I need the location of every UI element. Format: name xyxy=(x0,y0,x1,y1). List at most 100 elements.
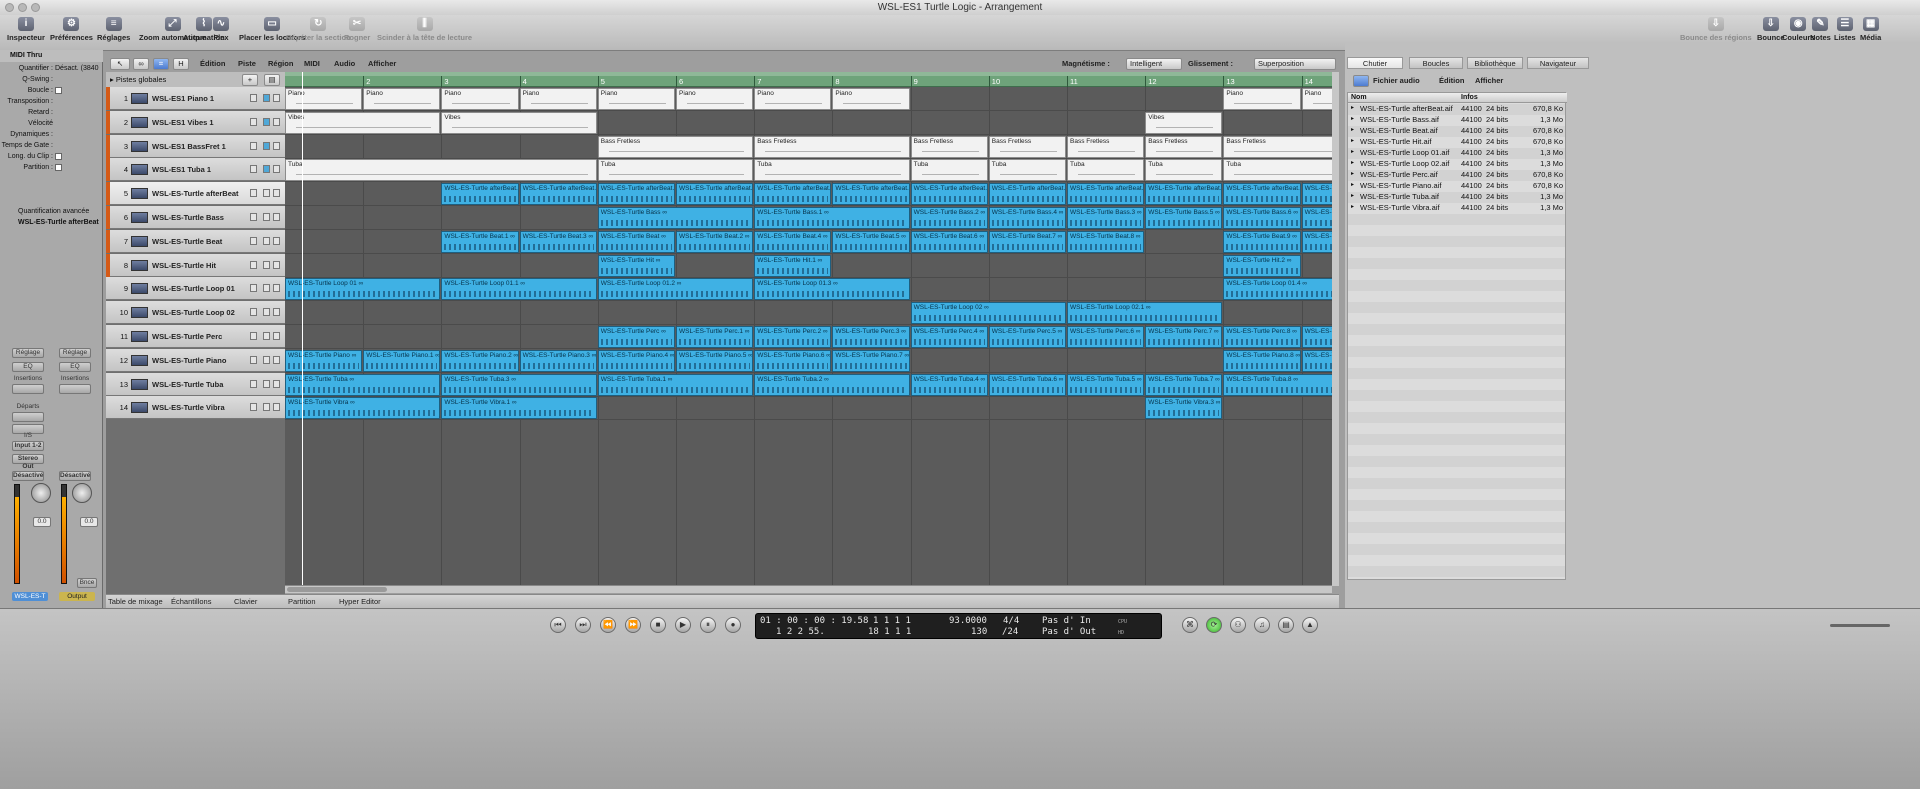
stop-icon[interactable]: ■ xyxy=(650,617,666,633)
h-button[interactable]: H xyxy=(173,58,189,70)
close-icon[interactable] xyxy=(5,3,14,12)
audio-region[interactable]: WSL-ES-Turtle Beat.7 ∞ xyxy=(988,230,1066,253)
minimize-icon[interactable] xyxy=(18,3,27,12)
audio-region[interactable]: WSL-ES-Turtle afterBeat.7 xyxy=(988,183,1066,206)
toolbar-right-button-4[interactable]: ☰ Listes xyxy=(1834,17,1856,42)
audio-region[interactable]: WSL-ES-Turtle afterBeat.4 xyxy=(754,183,832,206)
file-row[interactable]: WSL-ES-Turtle Bass.aif ▸ 44100 24 bits 1,3 M… xyxy=(1348,114,1567,125)
midi-region[interactable]: Tuba xyxy=(910,159,988,182)
track-record-button[interactable] xyxy=(273,379,280,388)
track-record-button[interactable] xyxy=(273,236,280,245)
toolbar-right-button-5[interactable]: ▦ Média xyxy=(1860,17,1881,42)
audio-region[interactable]: WSL-ES-Turtle Perc ∞ xyxy=(597,326,675,348)
midi-region[interactable]: Tuba xyxy=(1067,159,1145,182)
file-row[interactable]: WSL-ES-Turtle Loop 02.aif ▸ 44100 24 bits 1,… xyxy=(1348,158,1567,169)
track-record-button[interactable] xyxy=(273,94,280,102)
track-mute-button[interactable] xyxy=(250,141,257,150)
audio-region[interactable]: WSL-ES-Turtle Loop 02 ∞ xyxy=(910,302,1066,325)
editor-tab[interactable]: Échantillons xyxy=(171,595,211,608)
audio-region[interactable]: WSL-ES-Turtle Perc.8 ∞ xyxy=(1223,326,1301,348)
bar-ruler[interactable]: 2 3 4 5 6 7 8 9 10 11 12 13 14 xyxy=(285,76,1332,87)
audio-region[interactable]: WSL-ES-Turtle Beat.5 ∞ xyxy=(832,230,910,253)
track-header[interactable]: 11 WSL-ES-Turtle Perc xyxy=(106,325,285,348)
track-section[interactable]: WSL-ES-Turtle afterBeat xyxy=(0,217,103,228)
track-mute-button[interactable] xyxy=(250,379,257,388)
midi-region[interactable]: Piano xyxy=(285,88,363,110)
strip1-automation[interactable]: Désactivé xyxy=(12,471,44,481)
audio-region[interactable]: WSL-ES-Turtle Loop 01 ∞ xyxy=(285,278,441,301)
strip2-pan-knob[interactable] xyxy=(72,483,92,503)
audio-region[interactable]: WSL-ES-Turtle Perc.1 ∞ xyxy=(676,326,754,348)
track-solo-button[interactable] xyxy=(263,117,270,126)
track-solo-button[interactable] xyxy=(263,189,270,198)
audio-region[interactable]: WSL-ES-Turtle Hit.1 ∞ xyxy=(754,254,832,277)
strip1-eq[interactable]: EQ xyxy=(12,362,44,372)
file-row[interactable]: WSL-ES-Turtle Hit.aif ▸ 44100 24 bits 670,8 … xyxy=(1348,136,1567,147)
midi-region[interactable]: Piano xyxy=(676,88,754,110)
audio-region[interactable]: WSL-ES-Turtle Tuba.4 ∞ xyxy=(910,373,988,396)
vertical-scrollbar[interactable] xyxy=(1332,72,1339,586)
strip2-insert-slot[interactable] xyxy=(59,384,91,394)
arrange-menu-audio[interactable]: Audio xyxy=(334,58,355,70)
audio-region[interactable]: WSL-ES-Turtle Loop 01.3 ∞ xyxy=(754,278,910,301)
audio-region[interactable]: WSL-ES-Turtle Vibra ∞ xyxy=(285,397,441,420)
track-header[interactable]: 1 WSL-ES1 Piano 1 xyxy=(106,87,285,110)
horizontal-scrollbar[interactable] xyxy=(285,585,1332,593)
track-solo-button[interactable] xyxy=(263,332,270,340)
audio-region[interactable]: WSL-ES-Turtle Piano ∞ xyxy=(285,349,363,372)
toolbar-button-2[interactable]: ≡ Réglages xyxy=(97,17,130,42)
audio-region[interactable]: WSL-ES-Turtle Piano.3 ∞ xyxy=(519,349,597,372)
inspector-row[interactable]: Partition : xyxy=(0,162,103,173)
audio-region[interactable]: WSL-ES-Turtle Beat.3 ∞ xyxy=(519,230,597,253)
audio-region[interactable]: WSL-ES-Turtle afterBeat.5 xyxy=(832,183,910,206)
midi-region[interactable]: Bass Fretless xyxy=(1067,135,1145,158)
midi-region[interactable]: Tuba xyxy=(597,159,754,182)
arrange-menu-piste[interactable]: Piste xyxy=(238,58,256,70)
audio-region[interactable]: WSL-ES-Turtle Hit.2 ∞ xyxy=(1223,254,1301,277)
expand-icon[interactable]: ▸ xyxy=(1351,136,1354,147)
inspector-row[interactable]: Q-Swing : xyxy=(0,74,103,85)
audio-region[interactable]: WSL-ES-Turtle Tuba.3 ∞ xyxy=(441,373,597,396)
track-solo-button[interactable] xyxy=(263,213,270,221)
arrange-menu-édition[interactable]: Édition xyxy=(200,58,225,70)
track-solo-button[interactable] xyxy=(263,165,270,174)
track-header[interactable]: 6 WSL-ES-Turtle Bass xyxy=(106,206,285,229)
midi-region[interactable]: Bass Fretless xyxy=(1223,135,1332,158)
inspector-row-value[interactable] xyxy=(55,85,62,96)
toolbar-button-5[interactable]: ∿ Flex xyxy=(213,17,229,42)
audio-region[interactable]: WSL-ES-Turtle Bass.3 ∞ xyxy=(1067,207,1145,229)
bin-menu[interactable]: Édition xyxy=(1439,75,1464,87)
audio-region[interactable]: WSL-ES-Turtle Perc.5 ∞ xyxy=(988,326,1066,348)
toolbar-button-1[interactable]: ⚙ Préférences xyxy=(50,17,93,42)
strip1-pan-knob[interactable] xyxy=(31,483,51,503)
cycle-icon[interactable]: ⟳ xyxy=(1206,617,1222,633)
inspector-row[interactable]: Vélocité xyxy=(0,118,103,129)
audio-region[interactable]: WSL-ES-Turtle Perc.7 ∞ xyxy=(1145,326,1223,348)
track-header[interactable]: 14 WSL-ES-Turtle Vibra xyxy=(106,396,285,420)
midi-region[interactable]: Piano xyxy=(1223,88,1301,110)
midi-region[interactable]: Tuba xyxy=(988,159,1066,182)
audio-region[interactable]: WSL-ES-Turtle Tuba.2 ∞ xyxy=(754,373,910,396)
editor-tab[interactable]: Hyper Editor xyxy=(339,595,381,608)
audio-region[interactable]: WSL-ES-Turtle Piano.8 ∞ xyxy=(1223,349,1301,372)
audio-bin-list[interactable]: Nom Infos WSL-ES-Turtle afterBeat.aif ▸ 44… xyxy=(1347,92,1567,580)
audio-region[interactable]: WSL-ES-Turtle Bass.2 ∞ xyxy=(910,207,988,229)
arrange-area[interactable]: Piano Piano Piano Piano Piano Piano Piano Piano… xyxy=(285,87,1332,585)
expand-icon[interactable]: ▸ xyxy=(1351,191,1354,202)
track-solo-button[interactable] xyxy=(263,284,270,293)
strip1-send-slot[interactable] xyxy=(12,412,44,422)
back-button[interactable]: ↖ xyxy=(110,58,130,70)
go-start-icon[interactable]: ⏮ xyxy=(550,617,566,633)
catch-button[interactable]: ⌗ xyxy=(153,58,169,70)
solo-icon[interactable]: ♫ xyxy=(1254,617,1270,633)
audio-region[interactable]: WSL-ES-Tu xyxy=(1301,349,1332,372)
track-mute-button[interactable] xyxy=(250,284,257,293)
expand-icon[interactable]: ▸ xyxy=(1351,158,1354,169)
track-header[interactable]: 8 WSL-ES-Turtle Hit xyxy=(106,253,285,277)
track-mute-button[interactable] xyxy=(250,236,257,245)
expand-icon[interactable]: ▸ xyxy=(1351,114,1354,125)
midi-region[interactable]: Piano xyxy=(441,88,519,110)
track-header[interactable]: 9 WSL-ES-Turtle Loop 01 xyxy=(106,277,285,301)
bin-menu[interactable]: Fichier audio xyxy=(1373,75,1420,87)
audio-region[interactable]: WSL-ES-Turtle Piano.2 ∞ xyxy=(441,349,519,372)
